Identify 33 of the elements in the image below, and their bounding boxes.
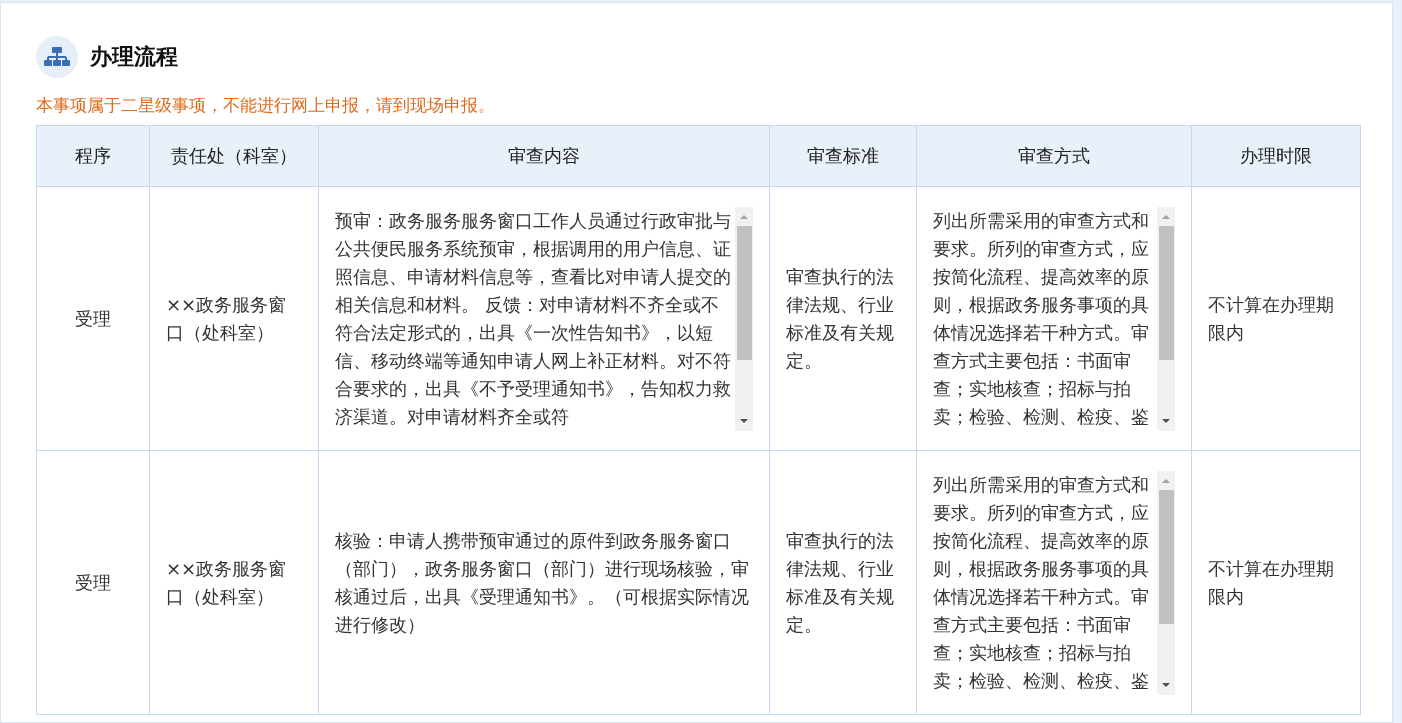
table-cell: 不计算在办理期限内 — [1208, 557, 1334, 607]
column-header: 办理时限 — [1191, 125, 1361, 187]
table-cell-text: 列出所需采用的审查方式和要求。所列的审查方式，应按简化流程、提高效率的原则，根据政务服务事项的具体情况选择若干种方式。审查方式主要包括：书面审查；实地核查；招标与拍卖；检验、检测、检疫、鉴 — [933, 472, 1150, 693]
scroll-up-icon[interactable] — [1161, 477, 1171, 484]
table-cell: 受理 — [75, 307, 111, 329]
section-title: 办理流程 — [90, 43, 178, 71]
scroll-down-icon[interactable] — [739, 417, 749, 424]
table-cell: 核验：申请人携带预审通过的原件到政务服务窗口（部门），政务服务窗口（部门）进行现场核验，审核通过后，出具《受理通知书》。（可根据实际情况进行修改） — [335, 529, 749, 635]
scrollbar-thumb[interactable] — [736, 225, 752, 360]
table-cell-text: 列出所需采用的审查方式和要求。所列的审查方式，应按简化流程、提高效率的原则，根据政务服务事项的具体情况选择若干种方式。审查方式主要包括：书面审查；实地核查；招标与拍卖；检验、检测、检疫、鉴 — [933, 208, 1150, 429]
column-header: 审查方式 — [916, 125, 1192, 187]
table-cell: 受理 — [75, 571, 111, 593]
table-cell-text: 预审：政务服务服务窗口工作人员通过行政审批与公共便民服务系统预审，根据调用的用户信息、证照信息、申请材料信息等，查看比对申请人提交的相关信息和材料。 反馈：对申请材料不齐全或不符合法定形式的，出具《一次性告知书》，以短信、移动终端等通知申请人网上补正材料。对不符合要求的，出具《不予受理通知书》，告知权力救济渠道。对申请材料齐全或符 — [335, 208, 731, 429]
table-cell: 审查执行的法律法规、行业标准及有关规定。 — [786, 529, 894, 635]
org-chart-icon — [36, 36, 78, 78]
table-cell: 不计算在办理期限内 — [1208, 293, 1334, 343]
scrollbar[interactable] — [1157, 470, 1175, 695]
notice-text: 本事项属于二星级事项，不能进行网上申报，请到现场申报。 — [36, 94, 496, 117]
table-cell: ××政务服务窗口（处科室） — [166, 293, 287, 343]
table-cell: 审查执行的法律法规、行业标准及有关规定。 — [786, 265, 894, 371]
scrollbar-thumb[interactable] — [1158, 489, 1174, 624]
scrollbar[interactable] — [735, 206, 753, 431]
scroll-down-icon[interactable] — [1161, 417, 1171, 424]
column-header: 审查标准 — [769, 125, 917, 187]
column-header: 审查内容 — [318, 125, 770, 187]
scrollbar-thumb[interactable] — [1158, 225, 1174, 360]
column-header: 责任处（科室） — [149, 125, 319, 187]
table-cell: ××政务服务窗口（处科室） — [166, 557, 287, 607]
scroll-up-icon[interactable] — [739, 213, 749, 220]
column-header: 程序 — [36, 125, 150, 187]
scrollbar[interactable] — [1157, 206, 1175, 431]
scroll-down-icon[interactable] — [1161, 681, 1171, 688]
scroll-up-icon[interactable] — [1161, 213, 1171, 220]
